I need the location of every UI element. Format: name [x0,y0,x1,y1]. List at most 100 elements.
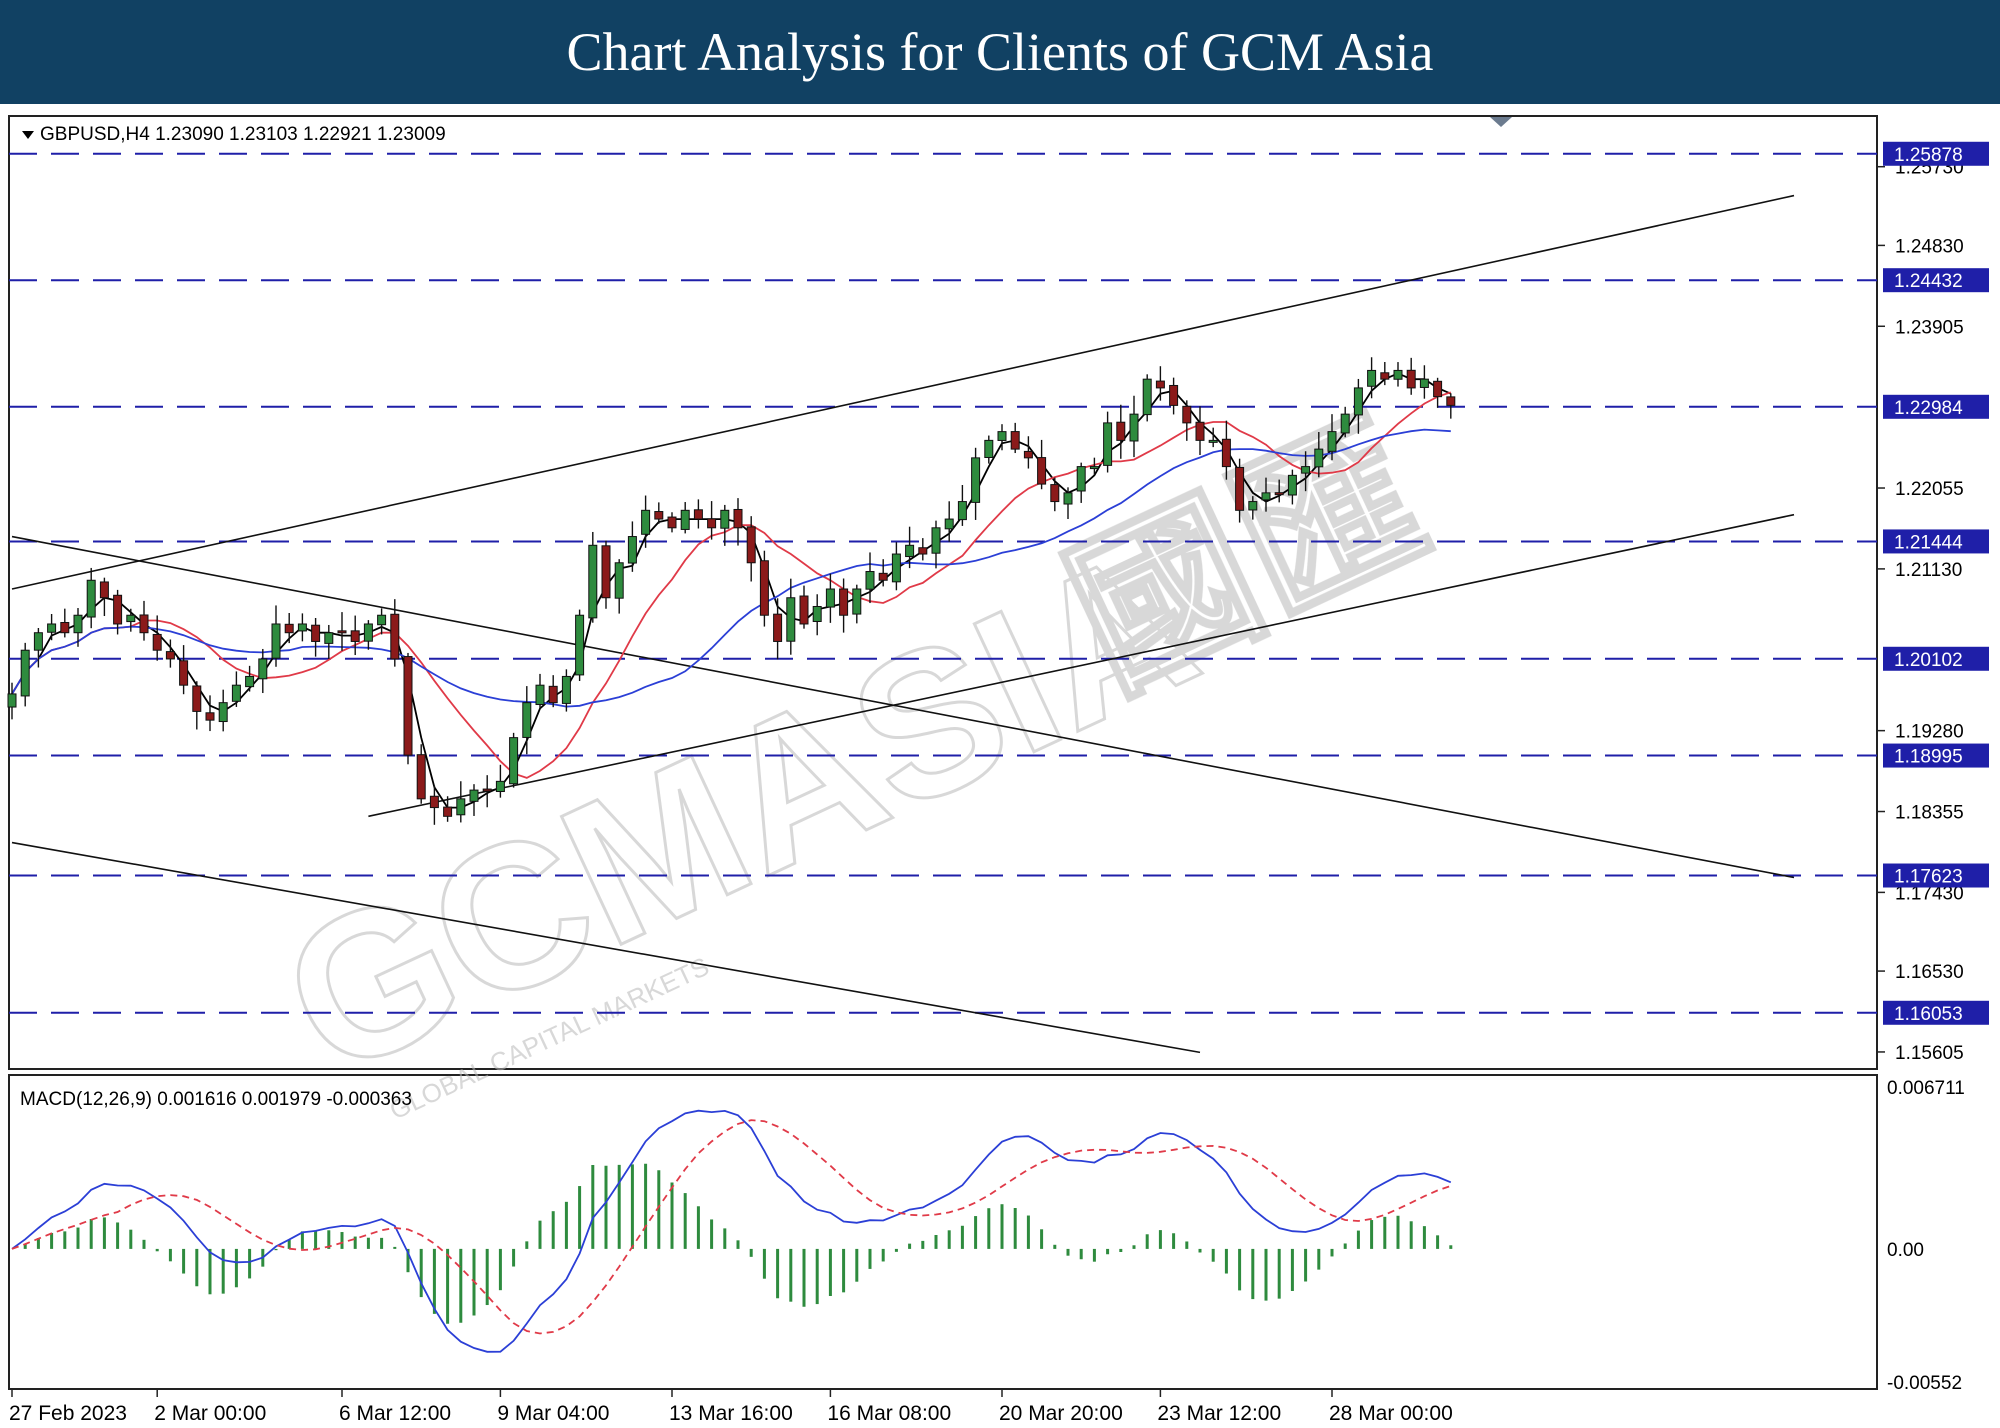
candle-bear [390,613,400,660]
y-tick-label: 1.18355 [1895,803,1964,824]
x-tick-label: 6 Mar 12:00 [339,1402,451,1425]
y-tick-label: 1.24830 [1895,236,1964,257]
candle-bull [218,702,228,723]
y-tick-label: 1.19280 [1895,722,1964,743]
macd-y-tick-label: 0.00 [1887,1240,1924,1261]
candle-bear [693,509,703,520]
candle-bear [548,685,558,704]
candle-bull [641,509,651,535]
candle-bear [284,623,294,634]
candle-bear [759,560,769,616]
candle-bull [627,536,637,564]
candle-bear [192,685,202,712]
x-tick-label: 16 Mar 08:00 [827,1402,951,1425]
candle-bull [588,544,598,619]
candle-bear [839,588,849,616]
macd-y-tick-label: 0.006711 [1887,1078,1965,1099]
candle-bull [126,614,136,623]
candle-bear [205,712,215,721]
candle-bear [746,526,756,564]
x-tick-label: 28 Mar 00:00 [1329,1402,1453,1425]
candle-bear [1037,457,1047,485]
candle-bull [1327,431,1337,452]
macd-y-tick-label: -0.00552 [1887,1373,1962,1394]
candle-bear [601,545,611,599]
candle-bear [60,621,70,634]
chart-title: GBPUSD,H4 1.23090 1.23103 1.22921 1.2300… [40,124,446,145]
candle-bear [350,630,360,642]
candle-bull [469,789,479,802]
candle-bull [812,605,822,622]
candle-bull [33,632,43,651]
candle-bull [1393,369,1403,380]
x-tick-label: 27 Feb 2023 [9,1402,127,1425]
candle-bull [944,518,954,530]
candle-bull [456,798,466,816]
candle-bull [377,614,387,626]
level-price-label: 1.20102 [1894,650,1963,671]
level-price-label: 1.25878 [1894,145,1963,166]
candle-bull [905,544,915,558]
candle-bull [1261,492,1271,501]
candle-bull [575,614,585,676]
candle-bull [509,737,519,785]
candle-bear [416,754,426,800]
candle-bear [337,630,347,634]
candle-bear [707,518,717,529]
candle-bear [773,613,783,642]
candle-bull [1340,413,1350,434]
candle-bear [1182,405,1192,424]
candle-bull [1301,466,1311,474]
x-tick-label: 13 Mar 16:00 [669,1402,793,1425]
candle-bull [614,562,624,599]
x-tick-label: 20 Mar 20:00 [999,1402,1123,1425]
candle-bear [733,508,743,529]
candle-bull [865,571,875,590]
level-price-label: 1.21444 [1894,532,1963,553]
candle-bull [680,509,690,530]
page-title: Chart Analysis for Clients of GCM Asia [566,22,1434,82]
candle-bear [1446,396,1456,406]
candle-bear [1274,492,1284,496]
candle-bear [443,806,453,817]
level-price-label: 1.16053 [1894,1004,1963,1025]
macd-plot-frame [8,1074,1878,1390]
candle-bull [297,623,307,632]
candle-bear [1023,450,1033,459]
candle-bear [1155,380,1165,389]
candle-bull [997,431,1007,441]
candle-bull [1076,466,1086,492]
candle-bear [403,656,413,756]
x-tick-label: 23 Mar 12:00 [1157,1402,1281,1425]
candle-bull [231,684,241,702]
chart-canvas: GCMASIA 國匯 GLOBAL CAPITAL MARKETS 1.2573… [7,115,1989,1425]
candle-bull [20,649,30,697]
candle-bull [1419,378,1429,388]
level-price-label: 1.22984 [1894,398,1963,419]
candle-bull [47,623,57,633]
macd-title: MACD(12,26,9) 0.001616 0.001979 -0.00036… [20,1089,412,1110]
candle-bull [73,614,83,634]
x-tick-label: 9 Mar 04:00 [497,1402,609,1425]
candle-bull [1142,378,1152,416]
candle-bull [1248,501,1258,511]
candle-bull [984,439,994,458]
candle-bull [1063,492,1073,505]
candle-bull [1353,387,1363,416]
candle-bull [1103,422,1113,466]
y-tick-label: 1.15605 [1895,1043,1964,1064]
candle-bull [363,623,373,642]
candle-bear [1050,484,1060,503]
candle-bear [139,614,149,634]
candle-bull [825,588,835,608]
candle-bull [931,527,941,554]
candle-bear [799,595,809,625]
candle-bear [1116,421,1126,441]
candle-bear [1010,431,1020,450]
candle-bear [1221,438,1231,468]
x-tick-label: 2 Mar 00:00 [154,1402,266,1425]
candle-bull [495,780,505,793]
candle-bull [535,684,545,706]
candle-bear [1433,380,1443,398]
candle-bull [1129,413,1139,442]
